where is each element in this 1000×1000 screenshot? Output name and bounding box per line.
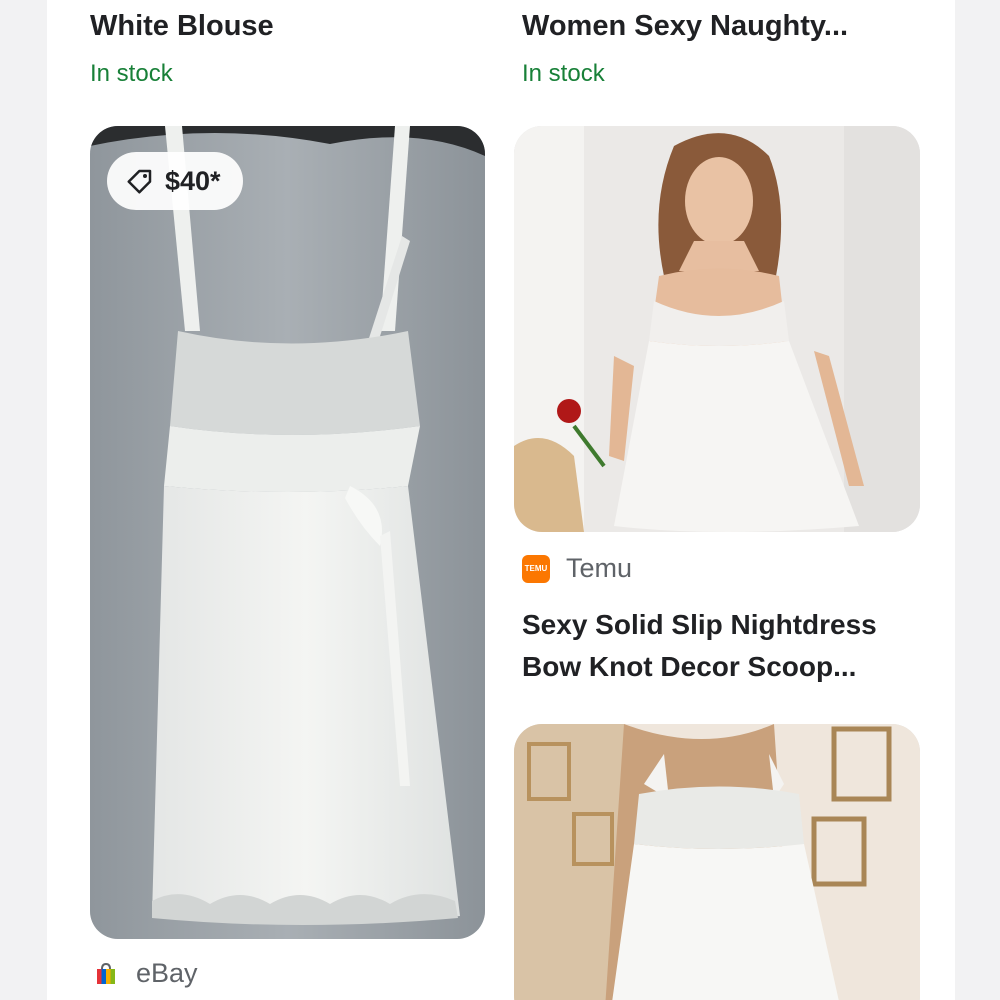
product-title-line-1[interactable]: Sexy Solid Slip Nightdress [522,604,877,646]
product-title[interactable]: Women Sexy Naughty... [522,5,848,47]
temu-logo-text: TEMU [524,563,548,573]
merchant-name: eBay [136,958,198,988]
product-image-mannequin-nightgown[interactable] [514,724,920,1000]
product-title-line-2[interactable]: Bow Knot Decor Scoop... [522,646,856,688]
ebay-shopping-bag-icon [92,960,120,988]
temu-logo-icon: TEMU [522,554,550,583]
price-chip: $40* [107,152,243,210]
stock-status: In stock [90,60,173,87]
product-title[interactable]: White Blouse [90,5,274,47]
price-label: $40* [165,165,221,196]
model-white-nightdress-photo [514,126,920,532]
price-tag-icon [127,169,152,194]
merchant-row[interactable]: eBay [92,958,198,989]
stock-status: In stock [522,60,605,87]
merchant-name: Temu [566,553,633,583]
product-image-lace-chemise[interactable]: $40* [90,126,485,939]
white-lace-chemise-photo [90,126,485,939]
mannequin-white-nightgown-photo [514,724,920,1000]
product-image-model-nightdress[interactable] [514,126,920,532]
shopping-results-page: White Blouse In stock $40* eBay Women Se… [47,0,955,1000]
merchant-row[interactable]: TEMU Temu [522,553,632,584]
